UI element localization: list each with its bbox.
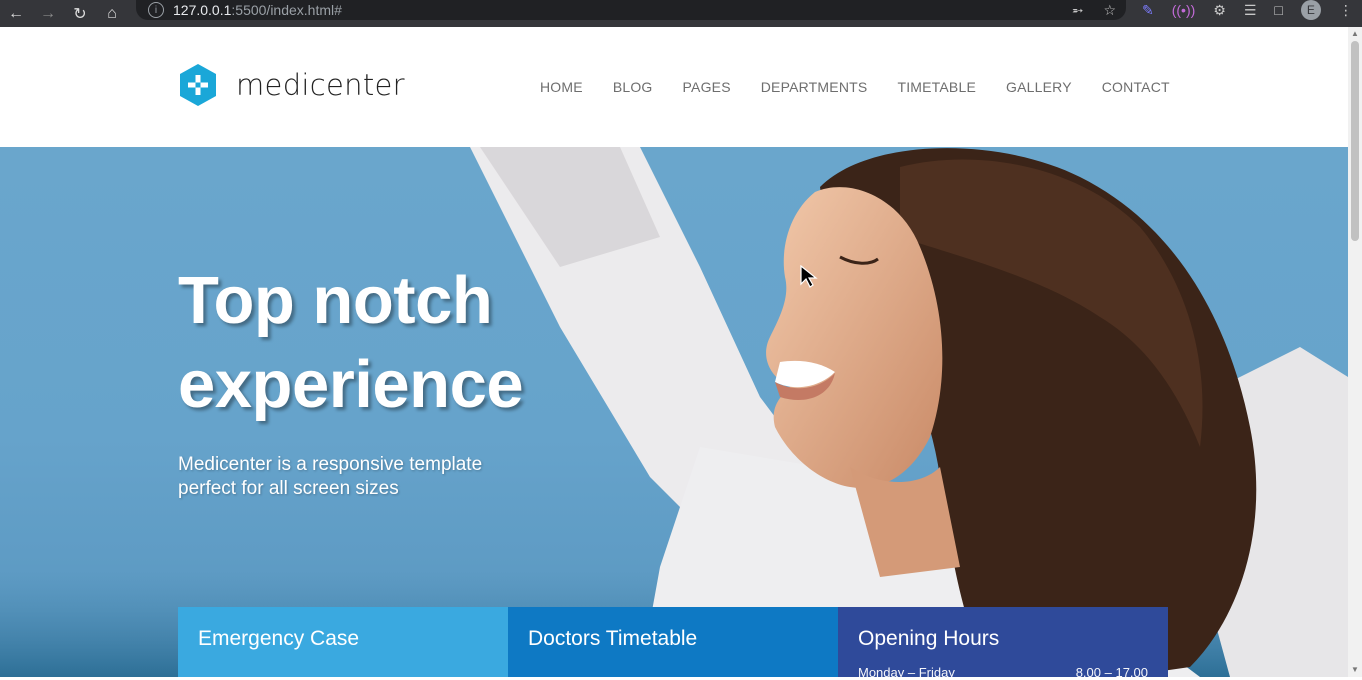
- nav-blog[interactable]: BLOG: [613, 79, 653, 95]
- forward-arrow-icon[interactable]: →: [32, 0, 64, 27]
- nav-home[interactable]: HOME: [540, 79, 583, 95]
- url-path: :5500/index.html#: [231, 2, 342, 18]
- emergency-case-box[interactable]: Emergency Case: [178, 607, 508, 677]
- box-title: Opening Hours: [858, 627, 1000, 650]
- box-title: Doctors Timetable: [528, 627, 698, 650]
- site-header: medicenter HOME BLOG PAGES DEPARTMENTS T…: [0, 27, 1348, 147]
- nav-departments[interactable]: DEPARTMENTS: [761, 79, 868, 95]
- logo[interactable]: medicenter: [178, 63, 405, 107]
- hero-title-line-2: experience: [178, 347, 524, 422]
- pen-extension-icon[interactable]: ✎: [1142, 2, 1154, 19]
- share-icon[interactable]: ➵: [1072, 2, 1084, 19]
- hero-subtitle-line-1: Medicenter is a responsive template: [178, 454, 483, 475]
- sidebar-icon[interactable]: □: [1274, 2, 1282, 18]
- address-bar[interactable]: i 127.0.0.1 :5500/index.html# ➵ ☆: [136, 0, 1126, 20]
- page-scrollbar[interactable]: ▲ ▼: [1348, 27, 1362, 677]
- scrollbar-thumb[interactable]: [1351, 41, 1359, 241]
- nav-contact[interactable]: CONTACT: [1102, 79, 1170, 95]
- hours-time: 8.00 – 17.00: [1075, 665, 1148, 680]
- hero-slider: Top notch experience Medicenter is a res…: [0, 147, 1348, 677]
- hero-title: Top notch experience: [178, 259, 678, 427]
- star-icon[interactable]: ☆: [1103, 2, 1116, 19]
- browser-toolbar: ← → ↻ ⌂ i 127.0.0.1 :5500/index.html# ➵ …: [0, 0, 1362, 27]
- url-host: 127.0.0.1: [173, 2, 232, 18]
- scroll-up-icon[interactable]: ▲: [1351, 29, 1359, 38]
- box-title: Emergency Case: [198, 627, 360, 650]
- hero-title-line-1: Top notch: [178, 263, 493, 338]
- extension-icon[interactable]: ⚙: [1213, 2, 1226, 19]
- hero-subtitle-line-2: perfect for all screen sizes: [178, 478, 399, 499]
- hours-row: Monday – Friday 8.00 – 17.00: [858, 665, 1148, 680]
- logo-hexagon-icon: [180, 64, 216, 106]
- broadcast-extension-icon[interactable]: ((•)): [1172, 2, 1196, 18]
- nav-timetable[interactable]: TIMETABLE: [897, 79, 976, 95]
- nav-gallery[interactable]: GALLERY: [1006, 79, 1072, 95]
- reload-icon[interactable]: ↻: [64, 0, 96, 27]
- media-icon[interactable]: ☰: [1244, 2, 1257, 19]
- info-boxes: Emergency Case Doctors Timetable Opening…: [178, 607, 1168, 680]
- back-arrow-icon[interactable]: ←: [0, 0, 32, 27]
- hours-day: Monday – Friday: [858, 665, 955, 680]
- menu-icon[interactable]: ⋮: [1339, 2, 1353, 19]
- info-icon[interactable]: i: [148, 2, 164, 18]
- logo-text: medicenter: [236, 68, 405, 102]
- main-nav: HOME BLOG PAGES DEPARTMENTS TIMETABLE GA…: [540, 79, 1200, 95]
- nav-pages[interactable]: PAGES: [683, 79, 731, 95]
- opening-hours-box[interactable]: Opening Hours Monday – Friday 8.00 – 17.…: [838, 607, 1168, 680]
- doctors-timetable-box[interactable]: Doctors Timetable: [508, 607, 838, 677]
- profile-avatar[interactable]: E: [1300, 0, 1321, 20]
- scroll-down-icon[interactable]: ▼: [1351, 665, 1359, 674]
- home-icon[interactable]: ⌂: [96, 0, 128, 27]
- mouse-cursor-icon: [800, 265, 818, 288]
- hero-subtitle: Medicenter is a responsive template perf…: [178, 453, 538, 501]
